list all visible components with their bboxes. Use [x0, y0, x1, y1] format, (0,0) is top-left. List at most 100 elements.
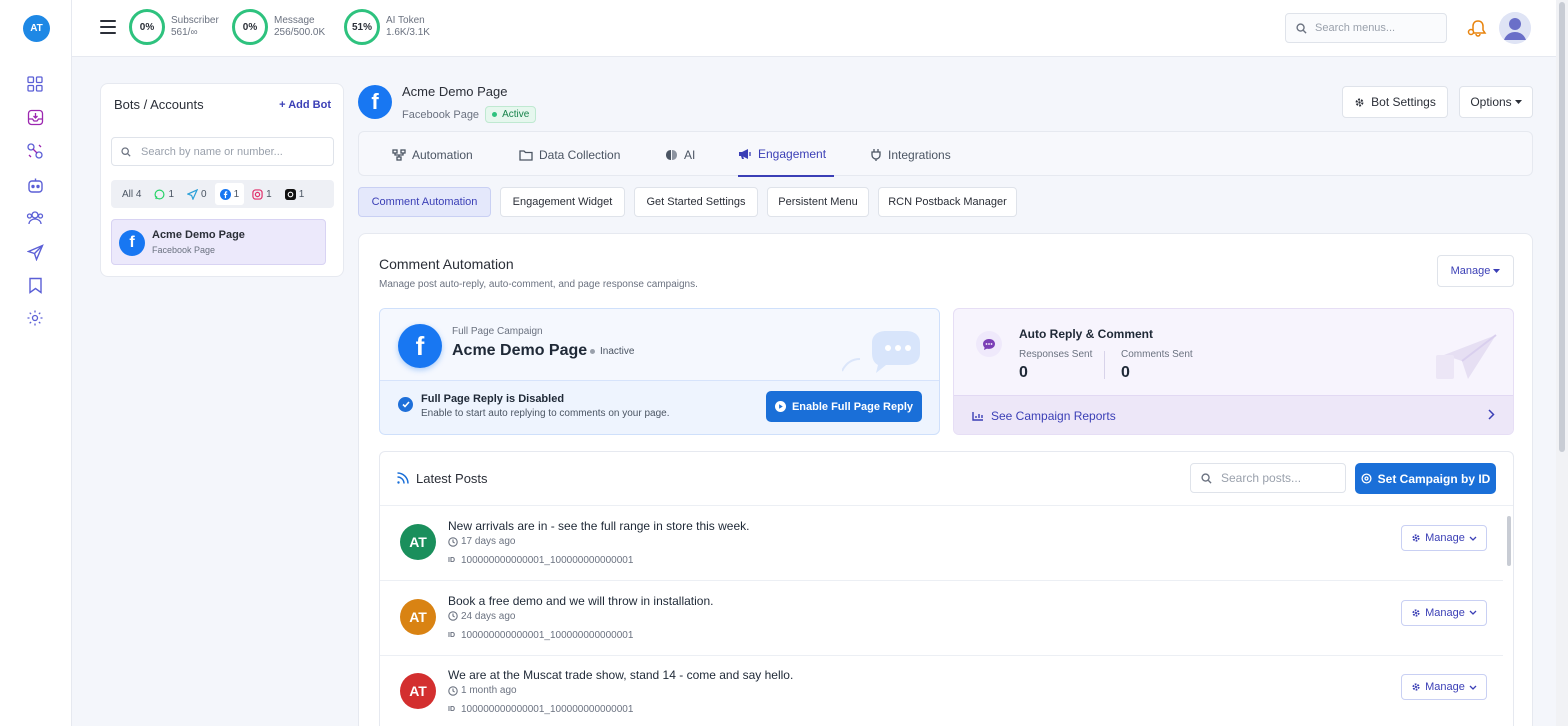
post-avatar: AT: [400, 524, 436, 560]
chevron-right-icon: [1488, 409, 1495, 420]
tab-data-collection-label: Data Collection: [539, 147, 621, 162]
bookmark-icon[interactable]: [25, 275, 45, 295]
enable-full-page-reply-button[interactable]: Enable Full Page Reply: [766, 391, 922, 422]
message-label: Message: [274, 15, 315, 26]
options-dropdown[interactable]: Options: [1459, 86, 1533, 118]
inbox-icon[interactable]: [25, 107, 45, 127]
campaign-status: Inactive: [590, 346, 634, 357]
ai-token-label: AI Token: [386, 15, 425, 26]
channel-filter: All 4 1 0 1 1 1: [111, 180, 334, 208]
posts-scrollbar-thumb[interactable]: [1507, 516, 1511, 566]
broadcast-icon[interactable]: [25, 242, 45, 262]
subscriber-label: Subscriber: [171, 15, 219, 26]
tab-engagement-label: Engagement: [758, 146, 827, 161]
campaign-name: Acme Demo Page: [452, 342, 588, 359]
tab-ai[interactable]: AI: [665, 132, 695, 177]
menu-search-input[interactable]: Search menus...: [1285, 13, 1447, 43]
subtab-comment-automation[interactable]: Comment Automation: [358, 187, 491, 217]
comment-automation-card: Comment Automation Manage post auto-repl…: [358, 233, 1533, 726]
bar-chart-icon: [972, 411, 984, 421]
ai-token-value: 1.6K/3.1K: [386, 27, 430, 38]
tab-ai-label: AI: [684, 147, 696, 162]
bot-settings-label: Bot Settings: [1371, 95, 1436, 109]
posts-search-placeholder: Search posts...: [1221, 471, 1302, 485]
top-bar: 0% Subscriber 561/∞ 0% Message 256/500.0K …: [72, 0, 1568, 57]
gear-icon: [1355, 98, 1364, 106]
set-campaign-by-id-label: Set Campaign by ID: [1377, 471, 1491, 486]
integrations-icon[interactable]: [25, 141, 45, 161]
channel-tab-telegram[interactable]: 0: [182, 183, 212, 205]
channel-tab-instagram[interactable]: 1: [247, 183, 277, 205]
facebook-icon: f: [119, 230, 145, 256]
comment-icon: [976, 331, 1002, 357]
flow-icon: [392, 148, 406, 161]
post-id-tag: ID: [448, 631, 455, 639]
subtab-rcn-postback-manager[interactable]: RCN Postback Manager: [878, 187, 1017, 217]
channel-tab-telegram-count: 0: [201, 188, 207, 200]
play-icon: [774, 401, 786, 412]
bot-list-item[interactable]: f Acme Demo Page Facebook Page: [111, 219, 326, 265]
bot-search-input[interactable]: Search by name or number...: [111, 137, 334, 166]
post-manage-label: Manage: [1425, 681, 1465, 693]
post-time-label: 1 month ago: [461, 685, 517, 696]
settings-icon[interactable]: [25, 308, 45, 328]
channel-tab-all-label: All 4: [122, 188, 142, 200]
set-campaign-by-id-button[interactable]: Set Campaign by ID: [1355, 463, 1496, 494]
subscribers-icon[interactable]: [25, 208, 45, 228]
add-bot-button[interactable]: + Add Bot: [279, 99, 331, 111]
channel-tab-threads[interactable]: 1: [280, 183, 310, 205]
chevron-down-icon: [1469, 610, 1477, 615]
post-time: 1 month ago: [448, 685, 517, 696]
page-scrollbar[interactable]: [1556, 0, 1568, 726]
subtab-get-started-settings[interactable]: Get Started Settings: [634, 187, 758, 217]
post-id: ID 100000000000001_100000000000001: [448, 630, 633, 641]
notification-bell-icon[interactable]: [1467, 18, 1489, 41]
chat-bubble-icon: [842, 331, 920, 373]
bot-name: Acme Demo Page: [152, 229, 245, 241]
workspace-avatar[interactable]: AT: [23, 15, 50, 42]
facebook-icon: f: [398, 324, 442, 368]
dashboard-icon[interactable]: [25, 74, 45, 94]
tab-integrations[interactable]: Integrations: [870, 132, 951, 177]
user-avatar[interactable]: [1499, 12, 1531, 44]
bot-settings-button[interactable]: Bot Settings: [1342, 86, 1448, 118]
manage-dropdown[interactable]: Manage: [1437, 255, 1514, 287]
tab-integrations-label: Integrations: [888, 147, 951, 162]
post-manage-button[interactable]: Manage: [1401, 525, 1487, 551]
chevron-down-icon: [1469, 536, 1477, 541]
section-title: Comment Automation: [379, 256, 514, 272]
tab-automation[interactable]: Automation: [392, 132, 473, 177]
posts-search-input[interactable]: Search posts...: [1190, 463, 1346, 493]
tab-engagement[interactable]: Engagement: [738, 132, 835, 177]
post-manage-label: Manage: [1425, 532, 1465, 544]
facebook-icon: f: [358, 85, 392, 119]
comments-sent-value: 0: [1121, 364, 1130, 381]
post-text: New arrivals are in - see the full range…: [448, 519, 750, 533]
bot-search-placeholder: Search by name or number...: [141, 145, 283, 158]
post-manage-button[interactable]: Manage: [1401, 599, 1487, 626]
responses-sent-value: 0: [1019, 364, 1028, 381]
see-campaign-reports-link[interactable]: See Campaign Reports: [954, 395, 1513, 434]
channel-tab-whatsapp[interactable]: 1: [149, 183, 179, 205]
latest-posts-title-label: Latest Posts: [416, 471, 488, 486]
post-avatar: AT: [400, 673, 436, 709]
threads-icon: [284, 188, 296, 200]
status-badge-label: Active: [502, 109, 530, 120]
tab-data-collection[interactable]: Data Collection: [519, 132, 620, 177]
subtab-engagement-widget[interactable]: Engagement Widget: [500, 187, 625, 217]
posts-scrollbar[interactable]: [1505, 506, 1513, 726]
page-subtitle: Facebook Page Active: [402, 106, 537, 123]
bot-icon[interactable]: [25, 175, 45, 195]
gear-icon: [1411, 533, 1421, 543]
page-scrollbar-thumb[interactable]: [1559, 2, 1565, 452]
channel-tab-all[interactable]: All 4: [117, 183, 146, 205]
stat-divider: [1104, 351, 1105, 379]
subtab-persistent-menu[interactable]: Persistent Menu: [767, 187, 869, 217]
channel-tab-facebook[interactable]: 1: [214, 183, 245, 205]
menu-toggle-icon[interactable]: [100, 20, 116, 34]
bot-type: Facebook Page: [152, 245, 216, 255]
post-manage-button[interactable]: Manage: [1401, 674, 1487, 700]
post-time-label: 24 days ago: [461, 610, 516, 622]
rss-icon: [396, 472, 409, 485]
post-time: 17 days ago: [448, 536, 516, 547]
